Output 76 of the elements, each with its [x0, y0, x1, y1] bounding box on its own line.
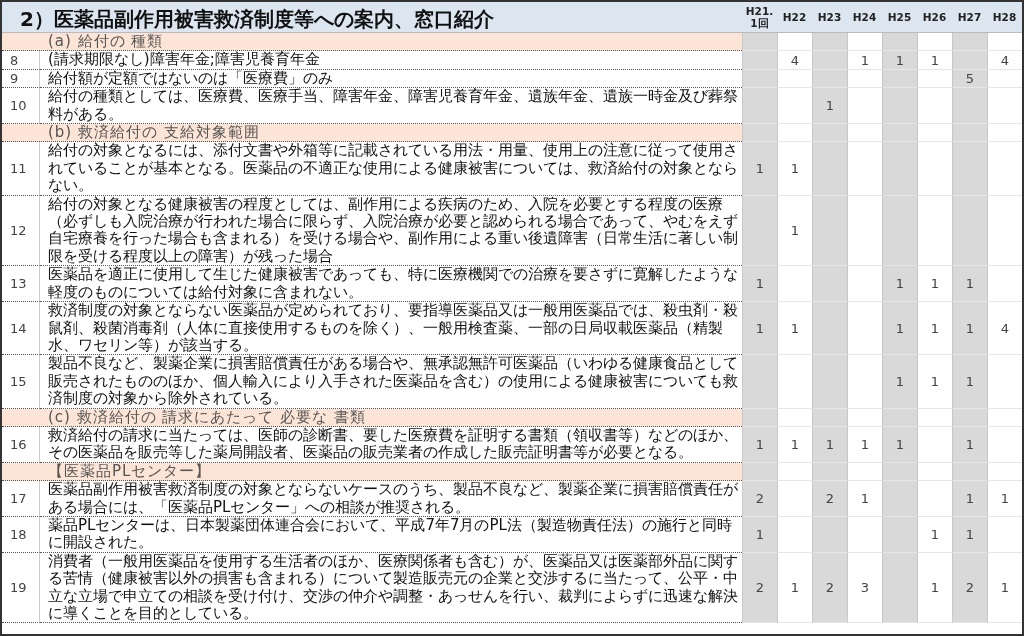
- column-header: H25: [882, 2, 917, 33]
- table-cell: 1: [777, 426, 812, 463]
- row-number: 15: [2, 355, 40, 409]
- table-cell: 1: [812, 426, 847, 463]
- column-header: H21. 1回: [742, 2, 777, 33]
- table-cell: 1: [952, 516, 987, 553]
- table-cell: 1: [952, 426, 987, 463]
- table-cell: 3: [847, 552, 882, 624]
- column-header: H24: [847, 2, 882, 33]
- row-number: 18: [2, 516, 40, 553]
- table-cell: 1: [882, 302, 917, 356]
- table-cell: 1: [777, 142, 812, 196]
- row-number: 8: [2, 51, 40, 70]
- table-cell: 1: [952, 266, 987, 303]
- table-cell: (請求期限なし)障害年金;障害児養育年金: [40, 51, 742, 70]
- table-cell: 医薬品を適正に使用して生じた健康被害であっても、特に医療機関での治療を要さずに寛解したような軽度のものについては給付対象に含まれない。: [40, 266, 742, 303]
- table-cell: 1: [777, 552, 812, 624]
- table-cell: 1: [917, 552, 952, 624]
- row-number: 12: [2, 195, 40, 267]
- column-header: H26: [917, 2, 952, 33]
- table-cell: 救済給付の請求に当たっては、医師の診断書、要した医療費を証明する書類（領収書等）などのほか、その医薬品を販売等した薬局開設者、医薬品の販売業者の作成した販売証明書等が必要となる。: [40, 426, 742, 463]
- table-cell: 1: [812, 88, 847, 125]
- column-header: H28: [987, 2, 1022, 33]
- table-cell: 1: [882, 51, 917, 70]
- table-cell: 1: [917, 302, 952, 356]
- table-cell: 救済制度の対象とならない医薬品が定められており、要指導医薬品又は一般用医薬品では、殺虫剤・殺鼠剤、殺菌消毒剤（人体に直接使用するものを除く）、一般用検査薬、一部の日局収載医薬品（精製水、ワセリン等）が該当する。: [40, 302, 742, 356]
- table-cell: 1: [777, 195, 812, 267]
- table-cell: 1: [882, 355, 917, 409]
- column-header: H23: [812, 2, 847, 33]
- table-cell: 2: [742, 481, 777, 517]
- table-cell: 1: [742, 266, 777, 303]
- column-header: H22: [777, 2, 812, 33]
- row-number: 10: [2, 88, 40, 125]
- table-cell: 1: [742, 142, 777, 196]
- table-cell: 1: [952, 302, 987, 356]
- table-cell: 1: [987, 481, 1022, 517]
- table-cell: 1: [742, 426, 777, 463]
- table-cell: 1: [777, 302, 812, 356]
- row-number: 16: [2, 426, 40, 463]
- table-cell: 1: [917, 51, 952, 70]
- table-cell: 1: [987, 552, 1022, 624]
- section-heading: (a) 給付の 種類: [2, 33, 742, 52]
- table-cell: 2: [952, 552, 987, 624]
- table-cell: 1: [847, 426, 882, 463]
- sheet-title: 2）医薬品副作用被害救済制度等への案内、窓口紹介: [2, 2, 742, 33]
- row-number: 11: [2, 142, 40, 196]
- table-cell: 給付の対象となる健康被害の程度としては、副作用による疾病のため、入院を必要とする程度の医療（必ずしも入院治療が行われた場合に限らず、入院治療が必要と認められる場合であって、やむをえず自宅療養を行った場合も含まれる）を受ける場合や、副作用による重い後遺障害（日常生活に著しい制限を受ける程度以上の障害）が残った場合: [40, 195, 742, 267]
- table-cell: 4: [987, 302, 1022, 356]
- table-cell: 1: [952, 481, 987, 517]
- table-cell: 1: [952, 355, 987, 409]
- table-cell: 1: [917, 355, 952, 409]
- row-number: 13: [2, 266, 40, 303]
- section-heading: (b) 救済給付の 支給対象範囲: [2, 124, 742, 143]
- row-number: 19: [2, 552, 40, 624]
- table-cell: 4: [987, 51, 1022, 70]
- table-cell: 1: [742, 516, 777, 553]
- table-cell: 1: [742, 302, 777, 356]
- table-cell: 2: [812, 552, 847, 624]
- table-cell: 4: [777, 51, 812, 70]
- table-cell: 給付の対象となるには、添付文書や外箱等に記載されている用法・用量、使用上の注意に従って使用されていることが基本となる。医薬品の不適正な使用による健康被害については、救済給付の対象とならない。: [40, 142, 742, 196]
- table-cell: 医薬品副作用被害救済制度の対象とならないケースのうち、製品不良など、製薬企業に損害賠償責任がある場合には、「医薬品PLセンター」への相談が推奨される。: [40, 481, 742, 517]
- table-cell: 1: [882, 426, 917, 463]
- row-number: 17: [2, 481, 40, 517]
- table-cell: 1: [847, 51, 882, 70]
- column-header: H27: [952, 2, 987, 33]
- table-cell: 1: [882, 266, 917, 303]
- table-cell: 消費者（一般用医薬品を使用する生活者のほか、医療関係者も含む）が、医薬品又は医薬部外品に関する苦情（健康被害以外の損害も含まれる）について製造販売元の企業と交渉するに当たって、公平・中立な立場で申立ての相談を受け付け、交渉の仲介や調整・あっせんを行い、裁判によらずに迅速な解決に導くことを目的としている。: [40, 552, 742, 624]
- table-cell: 製品不良など、製薬企業に損害賠償責任がある場合や、無承認無許可医薬品（いわゆる健康食品として販売されたもののほか、個人輸入により入手された医薬品を含む）の使用による健康被害についても救済制度の対象から除外されている。: [40, 355, 742, 409]
- row-number: 14: [2, 302, 40, 356]
- table-cell: 薬品PLセンターは、日本製薬団体連合会において、平成7年7月のPL法（製造物責任法）の施行と同時に開設された。: [40, 516, 742, 553]
- table-cell: 1: [917, 516, 952, 553]
- table-cell: 給付の種類としては、医療費、医療手当、障害年金、障害児養育年金、遺族年金、遺族一時金及び葬祭料がある。: [40, 88, 742, 125]
- table-cell: 1: [847, 481, 882, 517]
- table-cell: 2: [812, 481, 847, 517]
- table-cell: 1: [917, 266, 952, 303]
- table-cell: 2: [742, 552, 777, 624]
